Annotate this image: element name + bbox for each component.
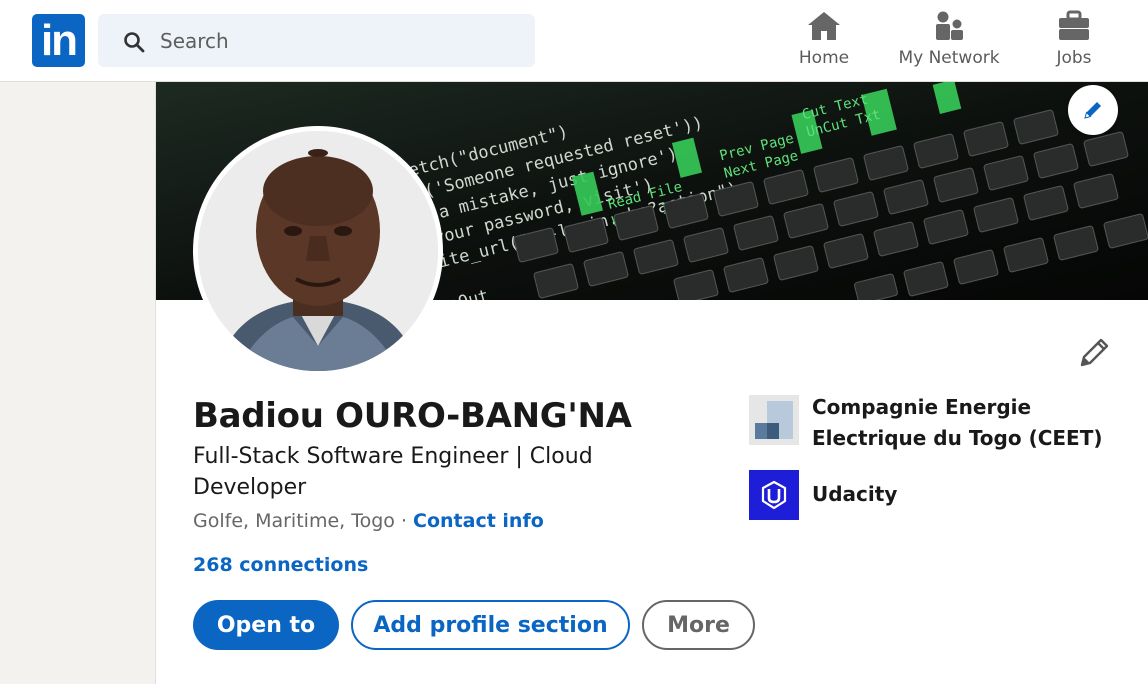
left-background — [0, 82, 155, 684]
edit-intro-button[interactable] — [1074, 332, 1114, 372]
nav-jobs[interactable]: Jobs — [1014, 8, 1134, 74]
top-nav: in Home My Network Jobs — [0, 0, 1148, 82]
network-icon — [936, 11, 963, 40]
home-icon — [808, 12, 840, 40]
add-profile-section-button[interactable]: Add profile section — [351, 600, 630, 650]
contact-info-link[interactable]: Contact info — [413, 510, 544, 532]
pencil-icon — [1084, 102, 1101, 119]
search-bar[interactable] — [98, 14, 535, 67]
nav-home[interactable]: Home — [764, 8, 884, 74]
profile-card: $message = network_fetch("document") $me… — [155, 82, 1148, 684]
nav-my-network-label: My Network — [898, 48, 1000, 68]
connections-link[interactable]: 268 connections — [193, 554, 368, 576]
profile-headline: Full-Stack Software Engineer | Cloud Dev… — [193, 444, 593, 500]
nav-jobs-label: Jobs — [1056, 48, 1092, 68]
profile-location: Golfe, Maritime, Togo — [193, 510, 395, 532]
nav-my-network[interactable]: My Network — [889, 8, 1009, 74]
briefcase-icon — [1059, 10, 1089, 40]
open-to-button[interactable]: Open to — [193, 600, 339, 650]
profile-photo[interactable] — [193, 126, 443, 376]
separator-dot: · — [394, 510, 414, 532]
profile-name: Badiou OURO-BANG'NA — [193, 396, 632, 436]
ceet-logo — [749, 395, 799, 445]
experience-ceet-name: Compagnie Energie Electrique du Togo (CE… — [812, 395, 1103, 450]
more-button[interactable]: More — [642, 600, 755, 650]
pencil-icon — [1080, 338, 1109, 367]
nav-home-label: Home — [798, 48, 850, 68]
linkedin-logo[interactable]: in — [32, 14, 85, 67]
search-input[interactable] — [160, 14, 520, 67]
experience-ceet[interactable]: Compagnie Energie Electrique du Togo (CE… — [749, 395, 1129, 465]
edit-banner-button[interactable] — [1068, 85, 1118, 135]
location-line: Golfe, Maritime, Togo · Contact info — [193, 510, 544, 532]
profile-photo-image — [198, 131, 438, 371]
experience-udacity[interactable]: Udacity — [749, 470, 1129, 520]
search-icon — [124, 32, 145, 53]
udacity-logo — [749, 470, 799, 520]
experience-udacity-name: Udacity — [812, 482, 898, 506]
